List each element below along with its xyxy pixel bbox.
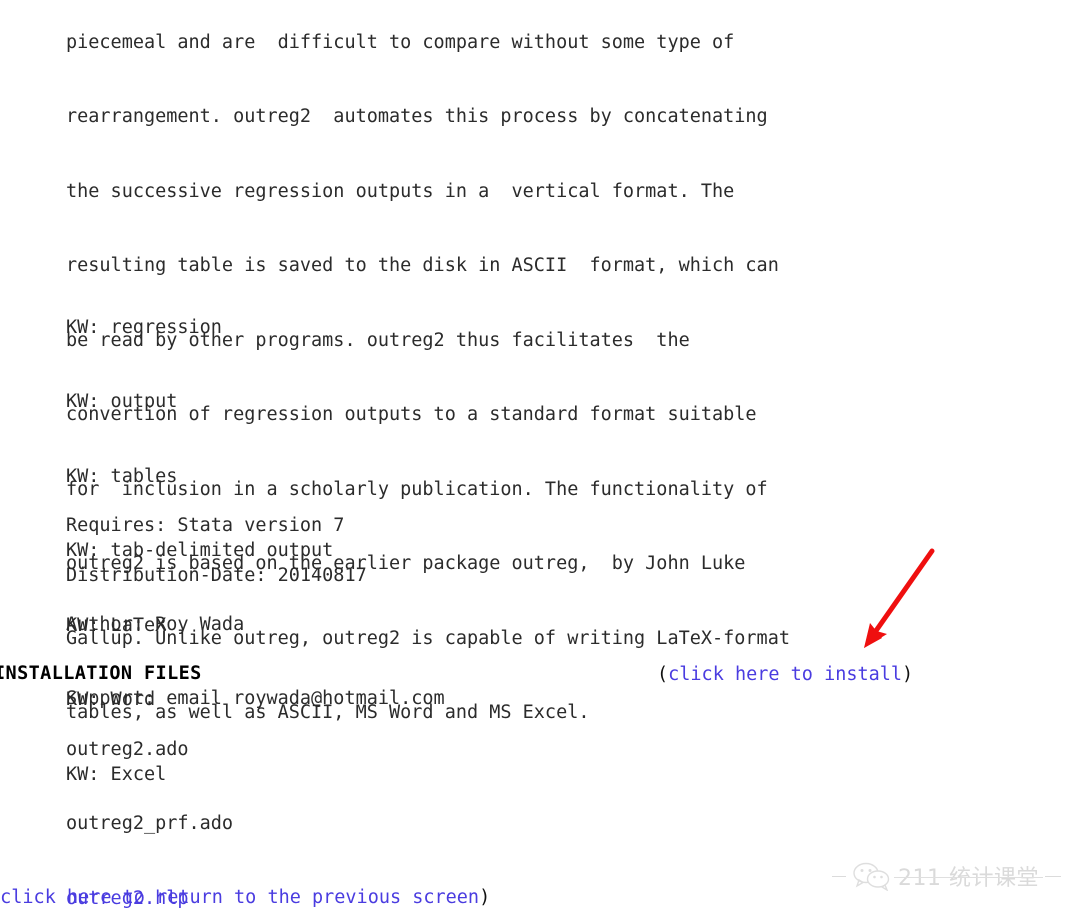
return-link-container: (click here to return to the previous sc… <box>0 886 490 911</box>
install-close-paren: ) <box>902 664 914 685</box>
keyword-line: KW: output <box>66 391 178 413</box>
description-line: piecemeal and are difficult to compare w… <box>66 31 735 53</box>
click-here-to-return-link[interactable]: click here to return to the previous scr… <box>0 887 479 908</box>
file-name: outreg2_prf.ado <box>66 813 234 835</box>
description-line: the successive regression outputs in a v… <box>66 180 735 202</box>
file-list-item: outreg2_prf.ado <box>0 812 1080 837</box>
click-here-to-install-link[interactable]: click here to install <box>668 664 902 685</box>
file-list-item: outreg2.ado <box>0 738 1080 763</box>
description-line: rearrangement. outreg2 automates this pr… <box>66 106 768 128</box>
install-link-container: (click here to install) <box>657 663 913 688</box>
stata-package-description-screen: piecemeal and are difficult to compare w… <box>0 0 1080 921</box>
file-name: outreg2.ado <box>66 738 189 760</box>
install-open-paren: ( <box>657 664 669 685</box>
return-close-paren: ) <box>479 887 491 908</box>
installation-files-heading: INSTALLATION FILES <box>0 663 202 684</box>
author-line: Author: Roy Wada <box>66 613 245 635</box>
keyword-line: KW: regression <box>66 316 222 338</box>
